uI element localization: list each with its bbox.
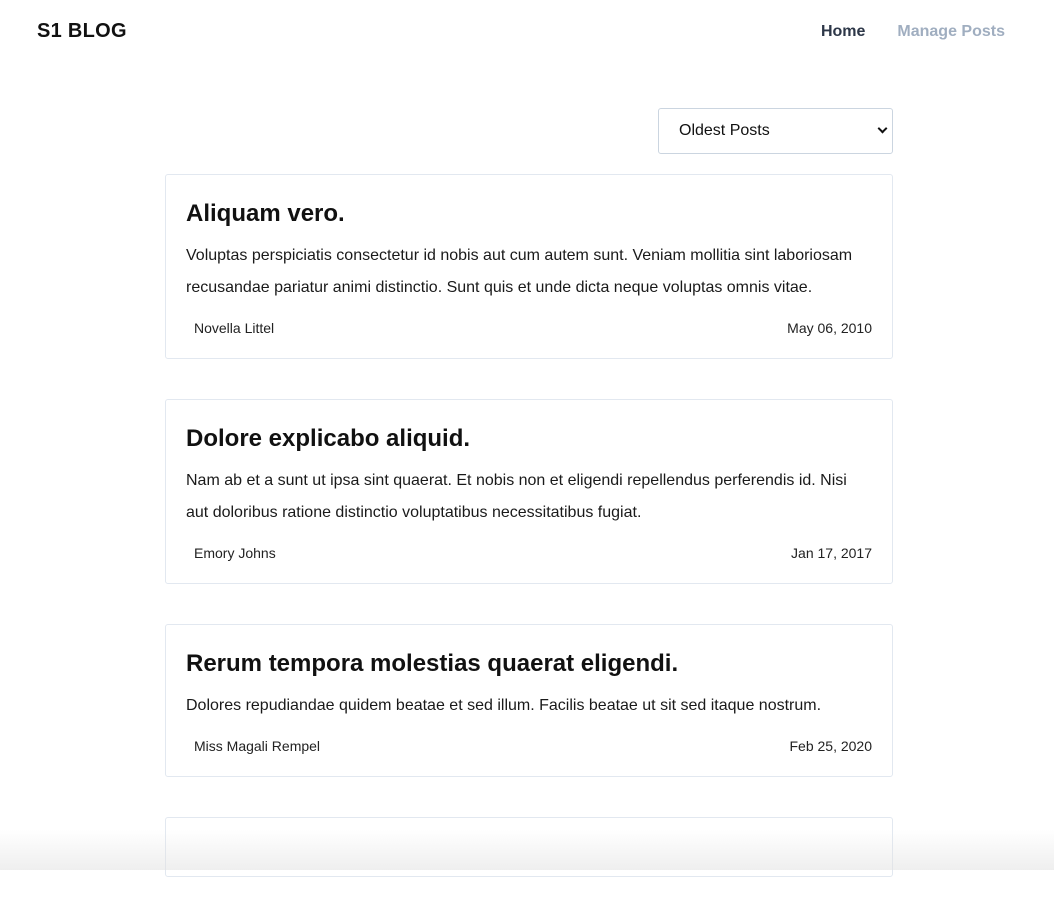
post-card: Rerum tempora molestias quaerat eligendi… <box>165 624 893 777</box>
post-title[interactable]: Dolore explicabo aliquid. <box>186 424 872 454</box>
post-excerpt: Voluptas perspiciatis consectetur id nob… <box>186 247 853 296</box>
sort-selected-value: Oldest Posts <box>679 122 770 139</box>
post-author: Novella Littel <box>194 320 275 336</box>
post-meta: Novella Littel May 06, 2010 <box>186 318 872 338</box>
post-title[interactable]: Aliquam vero. <box>186 199 872 229</box>
chevron-down-icon <box>877 123 888 134</box>
post-card: Dolore explicabo aliquid. Nam ab et a su… <box>165 399 893 584</box>
nav-home-link[interactable]: Home <box>821 23 865 41</box>
posts-container: Oldest Posts Aliquam vero. Voluptas pers… <box>165 108 893 917</box>
post-date: Jan 17, 2017 <box>791 545 872 561</box>
brand-logo[interactable]: S1 BLOG <box>37 20 127 43</box>
post-excerpt: Nam ab et a sunt ut ipsa sint quaerat. E… <box>186 472 847 521</box>
post-excerpt: Dolores repudiandae quidem beatae et sed… <box>186 697 822 714</box>
nav-manage-posts-link[interactable]: Manage Posts <box>897 23 1005 41</box>
post-card: Aliquam vero. Voluptas perspiciatis cons… <box>165 174 893 359</box>
post-meta: Emory Johns Jan 17, 2017 <box>186 543 872 563</box>
main-nav: Home Manage Posts <box>821 23 1005 41</box>
post-date: May 06, 2010 <box>787 320 872 336</box>
sort-order-select[interactable]: Oldest Posts <box>658 108 893 154</box>
sort-row: Oldest Posts <box>165 108 893 154</box>
post-meta: Miss Magali Rempel Feb 25, 2020 <box>186 736 872 756</box>
top-navbar: S1 BLOG Home Manage Posts <box>0 0 1054 66</box>
post-author: Emory Johns <box>194 545 276 561</box>
post-card-partial <box>165 817 893 877</box>
post-title[interactable]: Rerum tempora molestias quaerat eligendi… <box>186 649 872 679</box>
post-date: Feb 25, 2020 <box>789 738 872 754</box>
post-author: Miss Magali Rempel <box>194 738 321 754</box>
